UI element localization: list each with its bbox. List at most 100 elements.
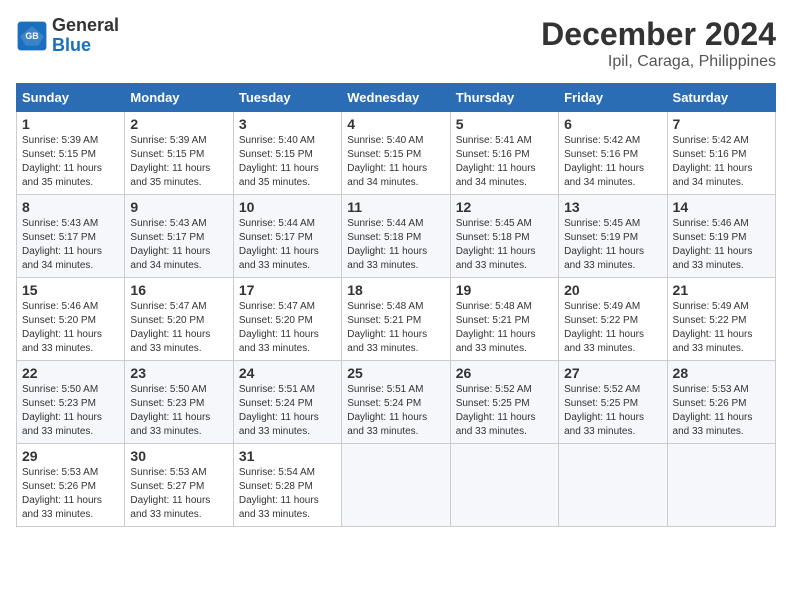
day-number: 25 [347,365,444,381]
day-info: Sunrise: 5:39 AM Sunset: 5:15 PM Dayligh… [22,134,119,190]
calendar-cell: 7 Sunrise: 5:42 AM Sunset: 5:16 PM Daylig… [667,112,775,195]
calendar-week-row: 15 Sunrise: 5:46 AM Sunset: 5:20 PM Dayli… [17,278,776,361]
calendar-cell: 13 Sunrise: 5:45 AM Sunset: 5:19 PM Dayli… [559,195,667,278]
calendar-week-row: 22Sunrise: 5:50 AM Sunset: 5:23 PM Dayli… [17,361,776,444]
calendar-cell: 20 Sunrise: 5:49 AM Sunset: 5:22 PM Dayli… [559,278,667,361]
calendar-cell: 14 Sunrise: 5:46 AM Sunset: 5:19 PM Dayli… [667,195,775,278]
calendar-cell: 11 Sunrise: 5:44 AM Sunset: 5:18 PM Dayli… [342,195,450,278]
calendar-cell: 27 Sunrise: 5:52 AM Sunset: 5:25 PM Dayli… [559,361,667,444]
day-number: 6 [564,116,661,132]
calendar-cell: 21 Sunrise: 5:49 AM Sunset: 5:22 PM Dayli… [667,278,775,361]
day-number: 5 [456,116,553,132]
logo-text: General Blue [52,16,119,56]
day-number: 2 [130,116,227,132]
calendar-cell: 2 Sunrise: 5:39 AM Sunset: 5:15 PM Daylig… [125,112,233,195]
day-number: 8 [22,199,119,215]
calendar-cell: 23Sunrise: 5:50 AM Sunset: 5:23 PM Dayli… [125,361,233,444]
day-number: 28 [673,365,770,381]
weekday-header: Wednesday [342,84,450,112]
day-info: Sunrise: 5:51 AM Sunset: 5:24 PM Dayligh… [347,383,444,439]
weekday-header: Tuesday [233,84,341,112]
calendar-table: SundayMondayTuesdayWednesdayThursdayFrid… [16,83,776,527]
day-number: 11 [347,199,444,215]
calendar-cell: 9Sunrise: 5:43 AM Sunset: 5:17 PM Daylig… [125,195,233,278]
day-info: Sunrise: 5:54 AM Sunset: 5:28 PM Dayligh… [239,466,336,522]
logo-general: General [52,16,119,36]
calendar-cell [667,444,775,527]
weekday-header: Friday [559,84,667,112]
day-number: 30 [130,448,227,464]
day-number: 13 [564,199,661,215]
calendar-cell: 24Sunrise: 5:51 AM Sunset: 5:24 PM Dayli… [233,361,341,444]
day-info: Sunrise: 5:44 AM Sunset: 5:18 PM Dayligh… [347,217,444,273]
day-info: Sunrise: 5:48 AM Sunset: 5:21 PM Dayligh… [347,300,444,356]
day-info: Sunrise: 5:53 AM Sunset: 5:26 PM Dayligh… [673,383,770,439]
calendar-cell: 19 Sunrise: 5:48 AM Sunset: 5:21 PM Dayli… [450,278,558,361]
weekday-header: Sunday [17,84,125,112]
day-info: Sunrise: 5:53 AM Sunset: 5:26 PM Dayligh… [22,466,119,522]
day-info: Sunrise: 5:50 AM Sunset: 5:23 PM Dayligh… [22,383,119,439]
weekday-header: Monday [125,84,233,112]
calendar-cell: 28 Sunrise: 5:53 AM Sunset: 5:26 PM Dayli… [667,361,775,444]
day-info: Sunrise: 5:43 AM Sunset: 5:17 PM Dayligh… [130,217,227,273]
logo: GB General Blue [16,16,119,56]
page-title: December 2024 [541,16,776,53]
logo-icon: GB [16,20,48,52]
calendar-header: SundayMondayTuesdayWednesdayThursdayFrid… [17,84,776,112]
title-block: December 2024 Ipil, Caraga, Philippines [541,16,776,71]
day-info: Sunrise: 5:47 AM Sunset: 5:20 PM Dayligh… [239,300,336,356]
calendar-week-row: 29Sunrise: 5:53 AM Sunset: 5:26 PM Dayli… [17,444,776,527]
calendar-cell: 17Sunrise: 5:47 AM Sunset: 5:20 PM Dayli… [233,278,341,361]
day-number: 15 [22,282,119,298]
day-number: 27 [564,365,661,381]
day-number: 20 [564,282,661,298]
calendar-cell: 30 Sunrise: 5:53 AM Sunset: 5:27 PM Dayli… [125,444,233,527]
calendar-cell: 31 Sunrise: 5:54 AM Sunset: 5:28 PM Dayli… [233,444,341,527]
day-info: Sunrise: 5:52 AM Sunset: 5:25 PM Dayligh… [564,383,661,439]
calendar-cell [342,444,450,527]
day-info: Sunrise: 5:42 AM Sunset: 5:16 PM Dayligh… [673,134,770,190]
day-number: 12 [456,199,553,215]
day-number: 4 [347,116,444,132]
day-number: 18 [347,282,444,298]
day-info: Sunrise: 5:40 AM Sunset: 5:15 PM Dayligh… [347,134,444,190]
calendar-cell: 4 Sunrise: 5:40 AM Sunset: 5:15 PM Daylig… [342,112,450,195]
calendar-cell [559,444,667,527]
weekday-header: Saturday [667,84,775,112]
calendar-cell: 29Sunrise: 5:53 AM Sunset: 5:26 PM Dayli… [17,444,125,527]
calendar-cell: 5Sunrise: 5:41 AM Sunset: 5:16 PM Daylig… [450,112,558,195]
page-header: GB General Blue December 2024 Ipil, Cara… [16,16,776,71]
day-number: 14 [673,199,770,215]
day-number: 24 [239,365,336,381]
day-info: Sunrise: 5:39 AM Sunset: 5:15 PM Dayligh… [130,134,227,190]
calendar-cell: 8 Sunrise: 5:43 AM Sunset: 5:17 PM Daylig… [17,195,125,278]
day-number: 3 [239,116,336,132]
svg-text:GB: GB [25,31,38,41]
day-number: 19 [456,282,553,298]
day-number: 10 [239,199,336,215]
calendar-cell: 25 Sunrise: 5:51 AM Sunset: 5:24 PM Dayli… [342,361,450,444]
day-number: 7 [673,116,770,132]
weekday-row: SundayMondayTuesdayWednesdayThursdayFrid… [17,84,776,112]
day-info: Sunrise: 5:40 AM Sunset: 5:15 PM Dayligh… [239,134,336,190]
calendar-cell: 15 Sunrise: 5:46 AM Sunset: 5:20 PM Dayli… [17,278,125,361]
day-info: Sunrise: 5:49 AM Sunset: 5:22 PM Dayligh… [673,300,770,356]
calendar-week-row: 1Sunrise: 5:39 AM Sunset: 5:15 PM Daylig… [17,112,776,195]
day-info: Sunrise: 5:53 AM Sunset: 5:27 PM Dayligh… [130,466,227,522]
day-info: Sunrise: 5:48 AM Sunset: 5:21 PM Dayligh… [456,300,553,356]
day-info: Sunrise: 5:47 AM Sunset: 5:20 PM Dayligh… [130,300,227,356]
day-number: 16 [130,282,227,298]
day-info: Sunrise: 5:44 AM Sunset: 5:17 PM Dayligh… [239,217,336,273]
day-info: Sunrise: 5:43 AM Sunset: 5:17 PM Dayligh… [22,217,119,273]
day-info: Sunrise: 5:49 AM Sunset: 5:22 PM Dayligh… [564,300,661,356]
day-info: Sunrise: 5:50 AM Sunset: 5:23 PM Dayligh… [130,383,227,439]
day-info: Sunrise: 5:46 AM Sunset: 5:20 PM Dayligh… [22,300,119,356]
day-info: Sunrise: 5:45 AM Sunset: 5:19 PM Dayligh… [564,217,661,273]
calendar-week-row: 8 Sunrise: 5:43 AM Sunset: 5:17 PM Daylig… [17,195,776,278]
logo-blue: Blue [52,36,119,56]
day-number: 31 [239,448,336,464]
page-subtitle: Ipil, Caraga, Philippines [541,53,776,71]
day-number: 21 [673,282,770,298]
calendar-cell [450,444,558,527]
day-info: Sunrise: 5:46 AM Sunset: 5:19 PM Dayligh… [673,217,770,273]
